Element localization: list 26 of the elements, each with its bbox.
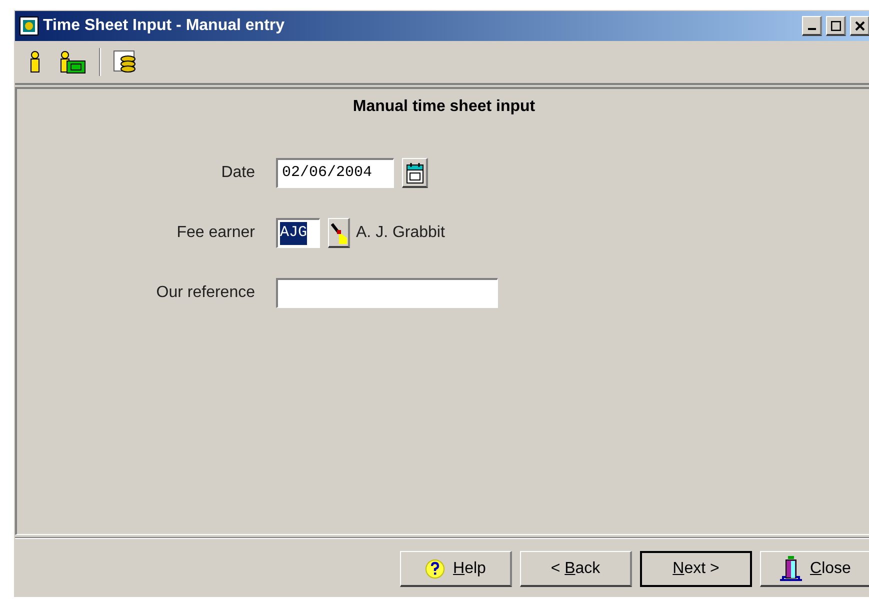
flashlight-icon bbox=[330, 222, 346, 244]
reference-field[interactable] bbox=[276, 278, 498, 308]
date-field[interactable]: 02/06/2004 bbox=[276, 158, 394, 188]
field-label: Date bbox=[220, 163, 256, 183]
minimize-icon bbox=[808, 28, 816, 30]
lookup-button[interactable] bbox=[328, 218, 350, 248]
calendar-icon bbox=[406, 162, 424, 184]
help-button[interactable]: Help bbox=[400, 551, 512, 587]
door-icon bbox=[780, 556, 802, 582]
fee-earner-name: A. J. Grabbit bbox=[356, 223, 445, 243]
maximize-icon bbox=[830, 20, 840, 30]
maximize-button[interactable] bbox=[826, 16, 846, 36]
fee-earner-field[interactable]: AJG bbox=[276, 218, 320, 248]
form-heading: Manual time sheet input bbox=[352, 97, 536, 117]
help-icon bbox=[425, 558, 446, 578]
field-label: Fee earner bbox=[176, 223, 256, 243]
close-button[interactable]: Close bbox=[760, 551, 869, 587]
back-button[interactable]: < Back bbox=[520, 551, 632, 587]
calendar-button[interactable] bbox=[402, 158, 428, 188]
close-window-button[interactable] bbox=[850, 16, 869, 36]
field-label: Our reference bbox=[155, 283, 256, 303]
app-icon bbox=[19, 16, 39, 36]
next-button[interactable]: Next > bbox=[640, 551, 752, 587]
close-icon bbox=[854, 20, 864, 30]
window-title: Time Sheet Input - Manual entry bbox=[43, 16, 286, 36]
minimize-button[interactable] bbox=[802, 16, 822, 36]
